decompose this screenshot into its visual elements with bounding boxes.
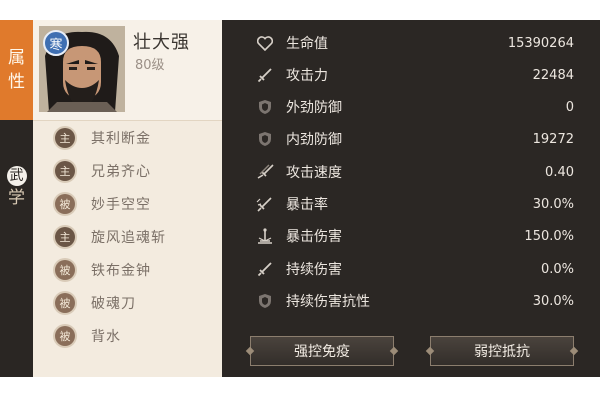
stat-value: 19272 xyxy=(532,131,574,147)
character-portrait[interactable]: 寒 xyxy=(39,26,125,112)
side-tab-bar: 属 性 武 学 xyxy=(0,20,33,377)
tab-martial-arts[interactable]: 武 学 xyxy=(0,158,33,218)
stat-value: 0 xyxy=(565,99,574,115)
skill-name: 铁布金钟 xyxy=(91,263,151,279)
stat-value: 30.0% xyxy=(532,293,574,309)
stat-row-attack-speed: 攻击速度 0.40 xyxy=(254,160,574,184)
skill-item[interactable]: 主 兄弟齐心 xyxy=(55,159,151,183)
stat-value: 22484 xyxy=(532,67,574,83)
stat-label: 持续伤害抗性 xyxy=(286,294,370,310)
heart-icon xyxy=(254,32,276,54)
sword-icon xyxy=(254,64,276,86)
stat-label: 暴击率 xyxy=(286,197,328,213)
skill-name: 妙手空空 xyxy=(91,197,151,213)
stat-value: 30.0% xyxy=(532,196,574,212)
skill-item[interactable]: 被 破魂刀 xyxy=(55,291,136,315)
character-name: 壮大强 xyxy=(133,32,190,53)
stat-row-outer-defense: 外劲防御 0 xyxy=(254,95,574,119)
skill-item[interactable]: 被 妙手空空 xyxy=(55,192,151,216)
stat-value: 150.0% xyxy=(524,228,574,244)
skill-name: 兄弟齐心 xyxy=(91,164,151,180)
stat-row-hp: 生命值 15390264 xyxy=(254,31,574,55)
skill-type-badge: 主 xyxy=(55,128,75,148)
skill-type-badge: 被 xyxy=(55,326,75,346)
skill-type-badge: 主 xyxy=(55,161,75,181)
cold-status-badge: 寒 xyxy=(43,30,69,56)
stat-row-crit-damage: 暴击伤害 150.0% xyxy=(254,224,574,248)
stat-row-crit-rate: 暴击率 30.0% xyxy=(254,192,574,216)
stat-label: 攻击力 xyxy=(286,68,328,84)
skill-type-badge: 被 xyxy=(55,293,75,313)
skill-name: 背水 xyxy=(91,329,121,345)
character-header: 寒 壮大强 80级 xyxy=(33,20,222,121)
skill-item[interactable]: 主 旋风追魂斩 xyxy=(55,225,166,249)
anchor-icon xyxy=(254,225,276,247)
control-immunity-button[interactable]: 强控免疫 xyxy=(250,336,394,366)
skill-type-badge: 被 xyxy=(55,194,75,214)
stats-panel: 生命值 15390264 攻击力 22484 外劲防御 0 内劲防御 19272… xyxy=(222,20,600,377)
tab-attributes-char-2: 性 xyxy=(8,72,25,92)
skill-name: 其利断金 xyxy=(91,131,151,147)
shield-icon xyxy=(254,96,276,118)
stat-value: 15390264 xyxy=(507,35,574,51)
stat-label: 内劲防御 xyxy=(286,132,342,148)
stat-label: 外劲防御 xyxy=(286,100,342,116)
shield-icon xyxy=(254,128,276,150)
tab-attributes[interactable]: 属 性 xyxy=(0,20,33,120)
crit-icon xyxy=(254,193,276,215)
twin-swords-icon xyxy=(254,161,276,183)
tab-attributes-char-1: 属 xyxy=(8,48,25,68)
tab-martial-arts-char-1: 武 xyxy=(6,166,27,186)
stat-value: 0.0% xyxy=(540,261,574,277)
shield-icon xyxy=(254,290,276,312)
stat-label: 生命值 xyxy=(286,36,328,52)
stat-label: 攻击速度 xyxy=(286,165,342,181)
stat-row-dot-damage: 持续伤害 0.0% xyxy=(254,257,574,281)
stat-row-attack: 攻击力 22484 xyxy=(254,63,574,87)
stat-label: 持续伤害 xyxy=(286,262,342,278)
sword-icon xyxy=(254,258,276,280)
character-level: 80级 xyxy=(135,58,165,73)
skill-type-badge: 被 xyxy=(55,260,75,280)
skill-item[interactable]: 主 其利断金 xyxy=(55,126,151,150)
stat-row-inner-defense: 内劲防御 19272 xyxy=(254,127,574,151)
weak-control-resist-button[interactable]: 弱控抵抗 xyxy=(430,336,574,366)
character-panel: 寒 壮大强 80级 主 其利断金 主 兄弟齐心 被 妙手空空 主 旋风追魂斩 被… xyxy=(33,20,222,377)
stat-row-dot-resistance: 持续伤害抗性 30.0% xyxy=(254,289,574,313)
tab-martial-arts-char-2: 学 xyxy=(8,188,25,208)
skill-name: 破魂刀 xyxy=(91,296,136,312)
skill-item[interactable]: 被 铁布金钟 xyxy=(55,258,151,282)
stat-value: 0.40 xyxy=(545,164,574,180)
stat-label: 暴击伤害 xyxy=(286,229,342,245)
skill-type-badge: 主 xyxy=(55,227,75,247)
skill-item[interactable]: 被 背水 xyxy=(55,324,121,348)
skill-name: 旋风追魂斩 xyxy=(91,230,166,246)
